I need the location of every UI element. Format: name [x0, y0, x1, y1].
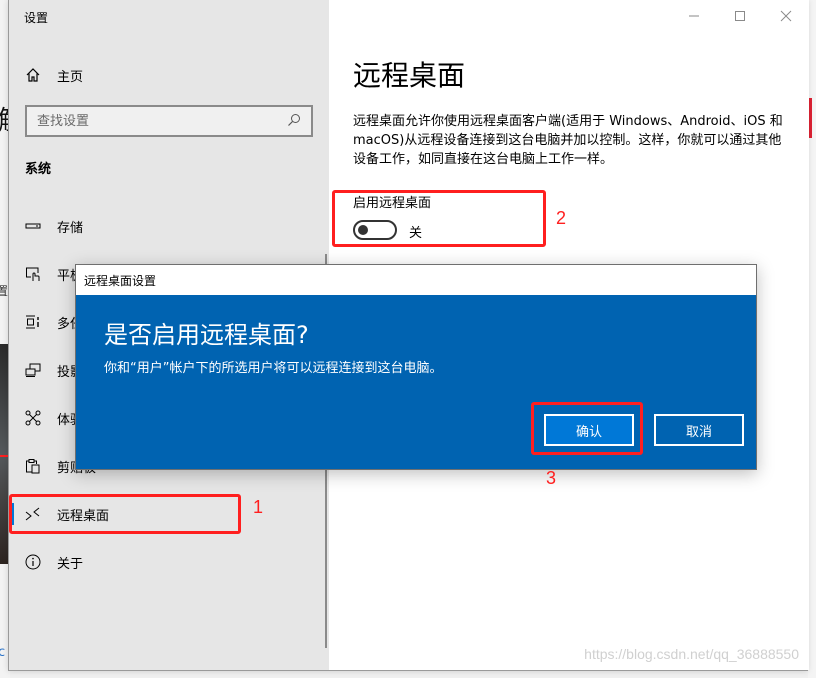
background-text: 置: [0, 284, 9, 298]
tablet-mode-icon: [9, 266, 57, 282]
sidebar-item-label: 存储: [57, 220, 84, 236]
dialog-title: 远程桌面设置: [76, 265, 756, 295]
clipboard-icon: [9, 458, 57, 474]
storage-icon: [9, 218, 57, 234]
maximize-icon: [734, 7, 746, 26]
minimize-button[interactable]: [671, 0, 717, 32]
search-input[interactable]: [37, 113, 287, 129]
minimize-icon: [688, 7, 700, 26]
shared-experiences-icon: [9, 410, 57, 426]
maximize-button[interactable]: [717, 0, 763, 32]
annotation-number-2: 2: [556, 208, 567, 228]
app-title: 设置: [24, 11, 49, 25]
annotation-number-1: 1: [253, 497, 264, 517]
close-button[interactable]: [763, 0, 809, 32]
sidebar-item-label: 关于: [57, 556, 84, 572]
page-description: 远程桌面允许你使用远程桌面客户端(适用于 Windows、Android、iOS…: [353, 114, 783, 167]
remote-desktop-dialog: 远程桌面设置 是否启用远程桌面? 你和“用户”帐户下的所选用户将可以远程连接到这…: [75, 264, 757, 470]
watermark: https://blog.csdn.net/qq_36888550: [584, 646, 799, 662]
annotation-box-2: [332, 190, 546, 247]
page-title: 远程桌面: [353, 59, 466, 92]
dialog-body: 你和“用户”帐户下的所选用户将可以远程连接到这台电脑。: [104, 361, 443, 376]
search-icon[interactable]: [287, 112, 301, 131]
sidebar-item-storage[interactable]: 存储: [9, 202, 329, 250]
multitasking-icon: [9, 314, 57, 330]
background-link: c: [0, 645, 6, 660]
window-controls: [671, 0, 809, 32]
annotation-box-1: [9, 494, 241, 534]
search-box[interactable]: [25, 105, 313, 137]
close-icon: [780, 7, 792, 26]
sidebar-item-label: 主页: [57, 69, 84, 85]
sidebar-item-about[interactable]: 关于: [9, 538, 329, 586]
info-icon: [9, 554, 57, 570]
background-annotation: [809, 98, 812, 138]
background-window-right: [808, 0, 816, 678]
annotation-number-3: 3: [546, 468, 557, 488]
project-icon: [9, 362, 57, 378]
home-icon: [9, 67, 57, 83]
section-title: 系统: [25, 162, 52, 177]
annotation-box-3: [531, 402, 643, 455]
sidebar-item-home[interactable]: 主页: [9, 58, 329, 92]
cancel-button[interactable]: 取消: [654, 414, 744, 446]
dialog-heading: 是否启用远程桌面?: [104, 321, 309, 349]
